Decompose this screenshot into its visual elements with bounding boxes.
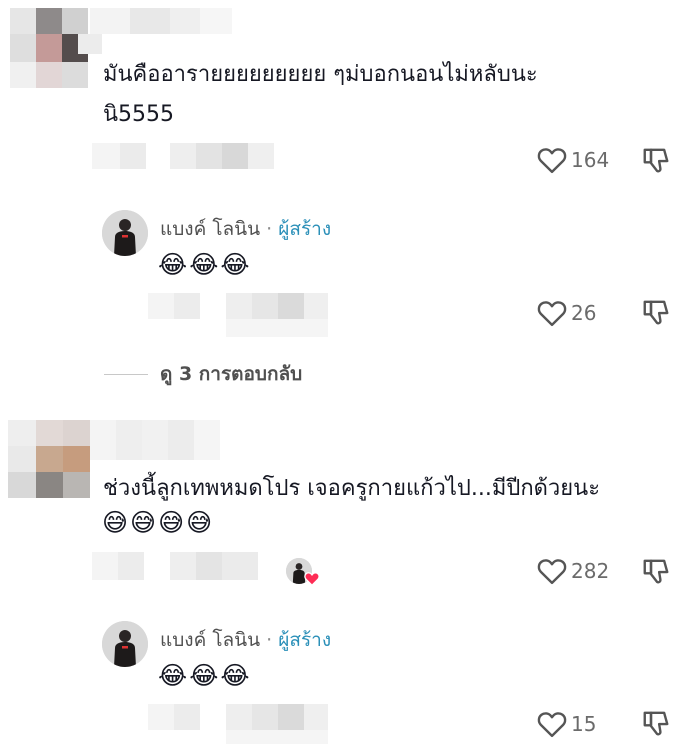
thumbs-down-icon — [643, 148, 669, 173]
person-figure-icon — [102, 621, 148, 667]
creator-tag: ผู้สร้าง — [278, 218, 332, 240]
comment-avatar[interactable] — [10, 8, 88, 88]
dislike-button[interactable] — [641, 557, 671, 591]
reply-text: 😂😂😂 — [158, 661, 252, 690]
thumbs-down-icon — [643, 559, 669, 584]
name-separator: · — [266, 218, 273, 240]
reply-meta — [148, 704, 328, 744]
like-button[interactable]: 282 — [537, 557, 609, 585]
creator-name[interactable]: แบงค์ โลนิน — [160, 625, 260, 655]
comment-username[interactable] — [90, 8, 232, 34]
heart-outline-icon — [537, 148, 567, 174]
reply-meta — [148, 293, 328, 337]
person-figure-icon — [102, 210, 148, 256]
like-button[interactable]: 164 — [537, 146, 609, 174]
comment-avatar[interactable] — [8, 420, 90, 498]
comment-username[interactable] — [90, 420, 220, 460]
creator-name[interactable]: แบงค์ โลนิน — [160, 214, 260, 244]
comment-meta — [92, 143, 274, 169]
like-count: 282 — [571, 559, 610, 583]
reply-dislike-button[interactable] — [641, 709, 671, 743]
like-count: 26 — [571, 301, 597, 325]
comment-text-line-1: ช่วงนี้ลูกเทพหมดโปร เจอครูกายแก้วไป...มี… — [103, 476, 601, 501]
thumbs-down-icon — [643, 711, 669, 736]
creator-avatar[interactable] — [102, 621, 148, 667]
heart-outline-icon — [537, 712, 567, 738]
name-separator: · — [266, 629, 273, 651]
like-count: 164 — [571, 148, 610, 172]
reply-dislike-button[interactable] — [641, 298, 671, 332]
comment-text-line-1: มันคืออารายยยยยยยยย ๆม่บอกนอนไม่หลับนะ — [103, 62, 538, 87]
thumbs-down-icon — [643, 300, 669, 325]
dislike-button[interactable] — [641, 146, 671, 180]
like-count: 15 — [571, 712, 597, 736]
comment-text-line-2: นิ5555 — [103, 102, 175, 127]
view-replies-label: ดู 3 การตอบกลับ — [160, 363, 303, 385]
heart-outline-icon — [537, 301, 567, 327]
comment-text-line-2: 😅😅😅😅 — [102, 508, 215, 537]
comment-username-fragment — [78, 34, 102, 54]
reply-like-button[interactable]: 15 — [537, 710, 596, 738]
reply-text: 😂😂😂 — [158, 250, 252, 279]
creator-tag: ผู้สร้าง — [278, 629, 332, 651]
heart-badge-icon — [304, 572, 320, 586]
comment-meta — [92, 552, 258, 580]
creator-name-row: แบงค์ โลนิน · ผู้สร้าง — [160, 625, 331, 655]
divider-line — [104, 373, 148, 375]
reply-like-button[interactable]: 26 — [537, 299, 596, 327]
creator-avatar[interactable] — [102, 210, 148, 256]
creator-liked-badge — [286, 558, 320, 588]
view-replies-button[interactable]: ดู 3 การตอบกลับ — [104, 359, 302, 389]
creator-name-row: แบงค์ โลนิน · ผู้สร้าง — [160, 214, 331, 244]
heart-outline-icon — [537, 559, 567, 585]
